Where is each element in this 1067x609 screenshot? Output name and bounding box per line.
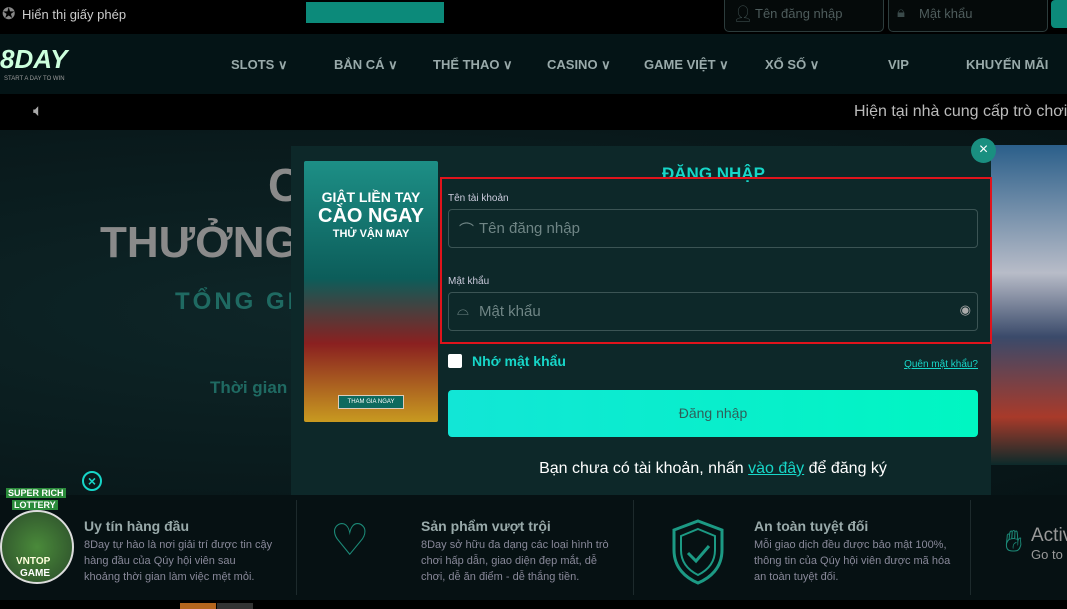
logo-tagline: START A DAY TO WIN xyxy=(4,76,65,82)
logo-text: 8DAY xyxy=(0,44,68,74)
top-banner[interactable] xyxy=(306,2,444,23)
main-nav: 8DAY START A DAY TO WIN SLOTS ∨ BẮN CÁ ∨… xyxy=(0,34,1067,94)
license-icon: ✪ xyxy=(2,6,16,23)
lock-icon: 🔒︎ xyxy=(897,4,905,21)
heart-hands-icon: ♡ xyxy=(330,516,370,565)
lottery-text: VNTOP xyxy=(16,556,51,567)
activate-windows-watermark: ActivGo to xyxy=(1031,525,1067,562)
speaker-icon[interactable]: 🔈︎ xyxy=(33,101,43,121)
eye-slash-icon[interactable]: ◉ xyxy=(960,302,971,318)
feature-item: Sản phẩm vượt trội 8Day sở hữu đa dạng cá… xyxy=(421,518,621,585)
placeholder: Tên đăng nhập xyxy=(479,220,580,237)
marquee-bar: 🔈︎ Hiện tại nhà cung cấp trò chơi xyxy=(0,94,1067,130)
user-icon: ⌒ xyxy=(459,222,475,239)
top-username-input[interactable]: 👤︎ Tên đăng nhập xyxy=(724,0,884,32)
lottery-widget[interactable]: SUPER RICH LOTTERY VNTOP GAME xyxy=(0,488,78,600)
feature-item: An toàn tuyệt đối Mỗi giao dịch đều được … xyxy=(754,518,954,585)
feature-title: Sản phẩm vượt trội xyxy=(421,518,551,534)
feature-desc: 8Day sở hữu đa dạng các loại hình trò ch… xyxy=(421,539,609,583)
username-label: Tên tài khoản xyxy=(448,193,509,204)
banner-text: GIẬT LIỀN TAY xyxy=(321,189,421,205)
lottery-text: LOTTERY xyxy=(12,500,58,510)
top-login-button[interactable] xyxy=(1051,0,1067,28)
hero-text: Thời gian xyxy=(210,378,288,397)
register-prompt: Bạn chưa có tài khoản, nhấn vào đây để đ… xyxy=(448,460,978,478)
close-button[interactable]: × xyxy=(971,138,996,163)
watermark-title: Activ xyxy=(1031,525,1067,546)
nav-vip[interactable]: VIP xyxy=(888,57,909,72)
register-text: Bạn chưa có tài khoản, nhấn xyxy=(539,460,749,477)
password-label: Mật khẩu xyxy=(448,276,490,287)
close-icon: × xyxy=(978,141,989,158)
feature-item: Uy tín hàng đầu 8Day tự hào là nơi giải t… xyxy=(84,518,274,585)
nav-the-thao[interactable]: THỂ THAO ∨ xyxy=(433,57,513,73)
shield-check-icon xyxy=(672,519,724,585)
top-password-input[interactable]: 🔒︎ Mật khẩu xyxy=(888,0,1048,32)
bottom-tab[interactable] xyxy=(180,603,216,609)
username-input[interactable]: ⌒ Tên đăng nhập xyxy=(448,209,978,248)
logo[interactable]: 8DAY START A DAY TO WIN xyxy=(0,42,115,88)
forgot-password-link[interactable]: Quên mật khẩu? xyxy=(904,359,978,370)
feature-title: An toàn tuyệt đối xyxy=(754,518,869,534)
nav-xo-so[interactable]: XỔ SỐ ∨ xyxy=(765,57,819,73)
remember-checkbox[interactable] xyxy=(448,354,462,368)
feature-desc: Mỗi giao dịch đều được bảo mật 100%, thô… xyxy=(754,539,951,583)
divider xyxy=(633,500,634,595)
promo-banner[interactable]: GIẬT LIỀN TAY CÀO NGAY THỬ VẬN MAY THAM … xyxy=(304,161,438,422)
submit-label: Đăng nhập xyxy=(678,405,748,421)
login-submit-button[interactable]: Đăng nhập xyxy=(448,390,978,437)
placeholder: Mật khẩu xyxy=(919,6,973,21)
feature-title: Uy tín hàng đầu xyxy=(84,518,189,534)
lottery-text: GAME xyxy=(20,568,50,579)
register-link[interactable]: vào đây xyxy=(748,460,804,477)
nav-game-viet[interactable]: GAME VIỆT ∨ xyxy=(644,57,729,73)
lottery-close-icon[interactable]: × xyxy=(82,471,102,491)
bottom-tab[interactable] xyxy=(217,603,253,609)
marquee-text: Hiện tại nhà cung cấp trò chơi xyxy=(854,103,1067,120)
hero-text: THƯỞNG xyxy=(100,218,299,267)
nav-ban-ca[interactable]: BẮN CÁ ∨ xyxy=(334,57,398,73)
user-icon: 👤︎ xyxy=(733,6,754,23)
remember-label[interactable]: Nhớ mật khẩu xyxy=(472,353,566,369)
top-bar: ✪ Hiển thị giấy phép 👤︎ Tên đăng nhập 🔒︎ M… xyxy=(0,0,1067,34)
banner-text: CÀO NGAY xyxy=(318,205,424,227)
bottom-strip xyxy=(0,600,1067,609)
divider xyxy=(296,500,297,595)
nav-khuyen-mai[interactable]: KHUYẾN MÃI xyxy=(966,57,1048,72)
shark-mascot-image xyxy=(991,145,1067,465)
nav-casino[interactable]: CASINO ∨ xyxy=(547,57,611,73)
lottery-text: SUPER RICH xyxy=(6,488,66,498)
banner-text: THỬ VẬN MAY xyxy=(332,228,410,240)
banner-cta[interactable]: THAM GIA NGAY xyxy=(338,395,404,409)
register-text: để đăng ký xyxy=(804,460,887,477)
watermark-desc: Go to xyxy=(1031,547,1063,562)
nav-slots[interactable]: SLOTS ∨ xyxy=(231,57,287,73)
lock-icon: ⌓ xyxy=(457,302,469,319)
license-link[interactable]: Hiển thị giấy phép xyxy=(22,7,126,22)
password-input[interactable]: ⌓ Mật khẩu ◉ xyxy=(448,292,978,331)
feature-desc: 8Day tự hào là nơi giải trí được tin cậy… xyxy=(84,539,273,583)
hand-coin-icon: ✋︎ xyxy=(1005,525,1023,558)
placeholder: Mật khẩu xyxy=(479,303,541,320)
placeholder: Tên đăng nhập xyxy=(755,6,843,21)
divider xyxy=(970,500,971,595)
